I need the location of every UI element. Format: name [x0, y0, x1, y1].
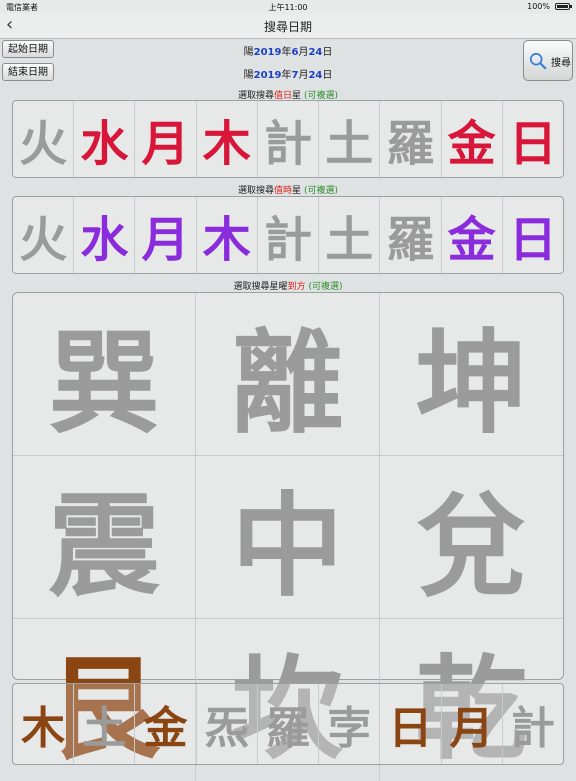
direction-star-toggle-5[interactable]: 孛: [319, 684, 381, 764]
direction-star-toggle-3[interactable]: 炁: [197, 684, 258, 764]
battery-percent: 100%: [527, 2, 550, 11]
direction-toggle-4[interactable]: 中: [196, 456, 380, 619]
end-day: 24: [308, 70, 323, 81]
end-year: 2019: [253, 70, 282, 81]
status-time: 上午11:00: [268, 3, 308, 12]
year-unit: 年: [281, 70, 292, 81]
day-star-toggle-8[interactable]: 日: [503, 101, 563, 177]
label-text: 星: [292, 186, 302, 196]
hour-star-selector: 火水月木計土羅金日: [12, 196, 564, 274]
day-star-toggle-6[interactable]: 羅: [380, 101, 442, 177]
day-unit: 日: [322, 70, 333, 81]
hour-star-toggle-2[interactable]: 月: [135, 197, 197, 273]
day-star-toggle-1[interactable]: 水: [74, 101, 136, 177]
direction-toggle-2[interactable]: 坤: [379, 293, 563, 456]
hour-star-toggle-0[interactable]: 火: [13, 197, 75, 273]
direction-star-toggle-1[interactable]: 土: [74, 684, 136, 764]
search-label: 搜尋: [551, 58, 571, 69]
day-star-toggle-4[interactable]: 計: [258, 101, 320, 177]
day-unit: 日: [322, 47, 333, 58]
hour-star-toggle-3[interactable]: 木: [197, 197, 258, 273]
direction-star-toggle-6[interactable]: 日: [380, 684, 442, 764]
label-text: 選取搜尋: [238, 186, 275, 196]
navigation-bar: ‹ 搜尋日期: [0, 14, 576, 39]
end-date-display: 陽2019年7月24日: [0, 66, 576, 81]
direction-star-toggle-0[interactable]: 木: [13, 684, 75, 764]
day-star-toggle-2[interactable]: 月: [135, 101, 197, 177]
battery-icon: [555, 3, 572, 10]
direction-toggle-5[interactable]: 兌: [379, 456, 563, 619]
hour-star-toggle-1[interactable]: 水: [74, 197, 136, 273]
multi-select-note: (可複選): [308, 282, 343, 292]
hour-star-toggle-6[interactable]: 羅: [380, 197, 442, 273]
status-bar: 電信業者 上午11:00 100%: [0, 0, 576, 14]
hour-star-toggle-7[interactable]: 金: [442, 197, 503, 273]
label-text: 選取搜尋星曜: [233, 282, 288, 292]
label-highlight: 到方: [287, 282, 306, 292]
direction-star-selector: 木土金炁羅孛日月計: [12, 683, 564, 765]
hour-star-section-label: 選取搜尋值時星 (可複選): [0, 183, 576, 196]
search-button[interactable]: 搜尋: [523, 40, 573, 81]
direction-toggle-3[interactable]: 震: [13, 456, 197, 619]
day-star-toggle-7[interactable]: 金: [442, 101, 503, 177]
start-year: 2019: [253, 47, 282, 58]
direction-section-label: 選取搜尋星曜到方 (可複選): [0, 279, 576, 292]
day-star-toggle-5[interactable]: 土: [319, 101, 381, 177]
direction-star-toggle-8[interactable]: 計: [503, 684, 563, 764]
start-date-display: 陽2019年6月24日: [0, 43, 576, 58]
direction-grid: 巽離坤震中兌艮坎乾: [12, 292, 564, 781]
direction-toggle-0[interactable]: 巽: [13, 293, 197, 456]
day-star-toggle-0[interactable]: 火: [13, 101, 75, 177]
multi-select-note: (可複選): [303, 186, 338, 196]
hour-star-toggle-4[interactable]: 計: [258, 197, 320, 273]
day-star-toggle-3[interactable]: 木: [197, 101, 258, 177]
month-unit: 月: [298, 70, 309, 81]
year-unit: 年: [281, 47, 292, 58]
hour-star-toggle-8[interactable]: 日: [503, 197, 563, 273]
calendar-prefix: 陽: [243, 47, 254, 58]
direction-toggle-1[interactable]: 離: [196, 293, 380, 456]
direction-star-toggle-7[interactable]: 月: [442, 684, 503, 764]
direction-star-toggle-2[interactable]: 金: [135, 684, 197, 764]
label-highlight: 值時: [274, 186, 293, 196]
month-unit: 月: [298, 47, 309, 58]
page-title: 搜尋日期: [263, 20, 312, 34]
calendar-prefix: 陽: [243, 70, 254, 81]
search-icon: [529, 52, 547, 70]
start-day: 24: [308, 47, 323, 58]
direction-star-toggle-4[interactable]: 羅: [258, 684, 320, 764]
day-star-selector: 火水月木計土羅金日: [12, 100, 564, 178]
hour-star-toggle-5[interactable]: 土: [319, 197, 381, 273]
